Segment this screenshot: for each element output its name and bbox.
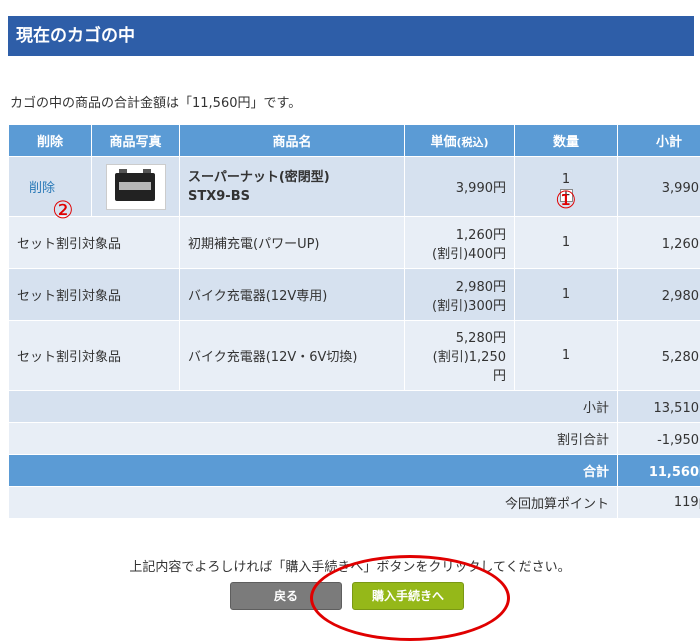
set-item-discount: (割引)300円	[432, 298, 506, 314]
table-row: セット割引対象品 バイク充電器(12V専用) 2,980円 (割引)300円 1…	[8, 268, 700, 321]
price-cell: 3,990円	[404, 156, 515, 217]
set-label: セット割引対象品	[8, 320, 180, 391]
header-photo: 商品写真	[91, 124, 180, 157]
header-qty: 数量	[514, 124, 618, 157]
header-price-suffix: (税込)	[456, 136, 489, 149]
product-code: STX9-BS	[188, 188, 250, 204]
table-row: セット割引対象品 バイク充電器(12V・6V切換) 5,280円 (割引)1,2…	[8, 320, 700, 391]
product-name: スーパーナット(密閉型)	[188, 169, 330, 185]
set-item-price: 1,260円	[455, 227, 506, 243]
table-row: 削除 スーパーナット(密閉型) STX9-BS 3,990円 1 + 3,990…	[8, 156, 700, 217]
table-row: セット割引対象品 初期補充電(パワーUP) 1,260円 (割引)400円 1 …	[8, 216, 700, 269]
price-cell: 2,980円 (割引)300円	[404, 268, 515, 321]
discount-value: -1,950円	[617, 422, 700, 455]
header-subtotal: 小計	[617, 124, 700, 157]
discount-label: 割引合計	[8, 422, 618, 455]
set-item-price: 5,280円	[455, 331, 506, 346]
product-photo[interactable]	[105, 163, 166, 210]
delete-link[interactable]: 削除	[29, 181, 55, 196]
total-value: 11,560円	[617, 454, 700, 487]
cart-total-message: カゴの中の商品の合計金額は「11,560円」です。	[10, 96, 302, 111]
points-value: 119pt	[617, 486, 700, 519]
price-cell: 1,260円 (割引)400円	[404, 216, 515, 269]
qty-value: 1	[561, 171, 571, 187]
page-title: 現在のカゴの中	[8, 16, 694, 56]
subtotal-cell: 2,980円	[617, 268, 700, 321]
header-name: 商品名	[179, 124, 405, 157]
annotation-one: ①	[555, 186, 577, 214]
set-label: セット割引対象品	[8, 216, 180, 269]
subtotal-cell: 5,280円	[617, 320, 700, 391]
subtotal-cell: 3,990円	[617, 156, 700, 217]
table-header-row: 削除 商品写真 商品名 単価(税込) 数量 小計	[8, 124, 700, 157]
total-label: 合計	[8, 454, 618, 487]
set-item-discount: (割引)400円	[432, 246, 506, 262]
set-item-name: 初期補充電(パワーUP)	[179, 216, 405, 269]
set-item-name: バイク充電器(12V専用)	[179, 268, 405, 321]
subtotal-value: 13,510円	[617, 390, 700, 423]
discount-row: 割引合計 -1,950円	[8, 422, 700, 455]
set-item-price: 2,980円	[455, 279, 506, 295]
set-item-name: バイク充電器(12V・6V切換)	[179, 320, 405, 391]
price-cell: 5,280円 (割引)1,250 円	[404, 320, 515, 391]
header-delete: 削除	[8, 124, 92, 157]
set-item-discount-unit: 円	[492, 369, 506, 384]
set-label: セット割引対象品	[8, 268, 180, 321]
header-price-label: 単価	[430, 135, 457, 150]
qty-cell: 1	[514, 320, 618, 391]
annotation-two: ②	[52, 196, 74, 224]
battery-image	[114, 168, 155, 201]
qty-cell: 1	[514, 216, 618, 269]
points-row: 今回加算ポイント 119pt	[8, 486, 700, 519]
photo-cell	[91, 156, 180, 217]
cart-table: 削除 商品写真 商品名 単価(税込) 数量 小計 削除 スーパーナット(密閉型)…	[8, 124, 700, 519]
qty-cell: 1	[514, 268, 618, 321]
highlight-circle	[310, 555, 510, 641]
subtotal-row: 小計 13,510円	[8, 390, 700, 423]
header-price: 単価(税込)	[404, 124, 515, 157]
subtotal-cell: 1,260円	[617, 216, 700, 269]
points-label: 今回加算ポイント	[8, 486, 618, 519]
subtotal-label: 小計	[8, 390, 618, 423]
total-row: 合計 11,560円	[8, 454, 700, 487]
set-item-discount: (割引)1,250	[432, 350, 506, 365]
delete-cell: 削除	[8, 156, 92, 217]
name-cell: スーパーナット(密閉型) STX9-BS	[179, 156, 405, 217]
